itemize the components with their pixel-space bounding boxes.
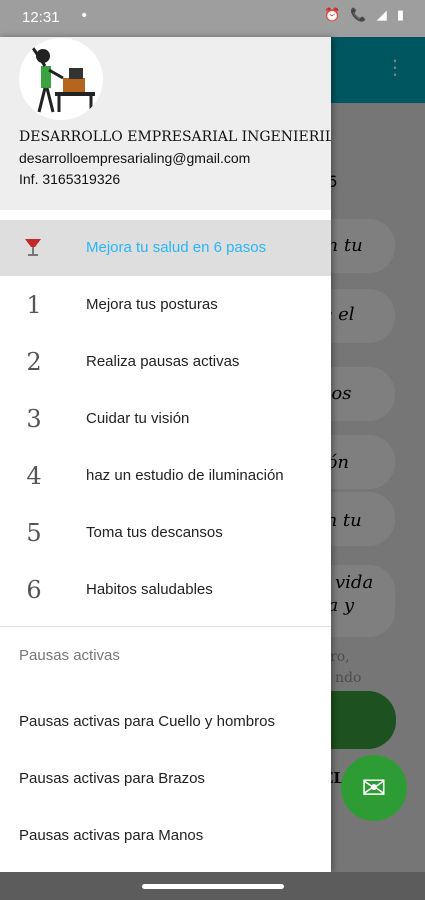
number-six-icon: 6: [26, 576, 42, 604]
menu-item-habitos[interactable]: 6 Habitos saludables: [0, 562, 331, 618]
menu-item-label: haz un estudio de iluminación: [86, 467, 284, 484]
menu-item-label: Pausas activas para Cuello y hombros: [19, 713, 275, 730]
menu-item-label: Habitos saludables: [86, 581, 213, 598]
menu-item-cuello-hombros[interactable]: Pausas activas para Cuello y hombros: [0, 694, 331, 750]
menu-item-pausas[interactable]: 2 Realiza pausas activas: [0, 334, 331, 390]
section-title-pausas: Pausas activas: [19, 647, 120, 664]
menu-item-descansos[interactable]: 5 Toma tus descansos: [0, 505, 331, 561]
number-three-icon: 3: [26, 405, 42, 433]
menu-item-manos[interactable]: Pausas activas para Manos: [0, 808, 331, 864]
number-five-icon: 5: [26, 519, 42, 547]
number-two-icon: 2: [26, 348, 42, 376]
status-time: 12:31: [22, 9, 60, 26]
wine-glass-icon: [22, 236, 44, 258]
home-gesture-handle[interactable]: [142, 884, 284, 889]
section-divider: [0, 626, 331, 627]
menu-item-label: Mejora tus posturas: [86, 296, 218, 313]
menu-item-posturas[interactable]: 1 Mejora tus posturas: [0, 277, 331, 333]
menu-item-label: Pausas activas para Brazos: [19, 770, 205, 787]
menu-item-label: Cuidar tu visión: [86, 410, 190, 427]
organization-phone: Inf. 3165319326: [19, 171, 121, 187]
organization-name: DESARROLLO EMPRESARIAL INGENIERIL: [19, 129, 331, 145]
notification-dot-icon: •: [80, 8, 89, 24]
number-one-icon: 1: [26, 291, 42, 319]
menu-item-label: Toma tus descansos: [86, 524, 223, 541]
menu-item-label: Realiza pausas activas: [86, 353, 240, 370]
menu-item-label: Mejora tu salud en 6 pasos: [86, 239, 267, 256]
email-fab-icon[interactable]: ✉: [341, 755, 407, 821]
menu-item-label: Pausas activas para Manos: [19, 827, 204, 844]
menu-item-iluminacion[interactable]: 4 haz un estudio de iluminación: [0, 448, 331, 504]
menu-item-mejora-salud[interactable]: Mejora tu salud en 6 pasos: [0, 220, 331, 276]
system-nav-bar: [0, 872, 425, 900]
status-icons: ⏰ 📞 ◢ ▮: [324, 8, 407, 23]
navigation-drawer: DESARROLLO EMPRESARIAL INGENIERIL desarr…: [0, 37, 331, 872]
status-bar: 12:31 • ⏰ 📞 ◢ ▮: [0, 0, 425, 37]
menu-item-brazos[interactable]: Pausas activas para Brazos: [0, 751, 331, 807]
number-four-icon: 4: [26, 462, 42, 490]
drawer-header: DESARROLLO EMPRESARIAL INGENIERIL desarr…: [0, 37, 331, 210]
menu-item-vision[interactable]: 3 Cuidar tu visión: [0, 391, 331, 447]
company-logo: [19, 38, 103, 120]
organization-email: desarrolloempresarialing@gmail.com: [19, 150, 251, 166]
